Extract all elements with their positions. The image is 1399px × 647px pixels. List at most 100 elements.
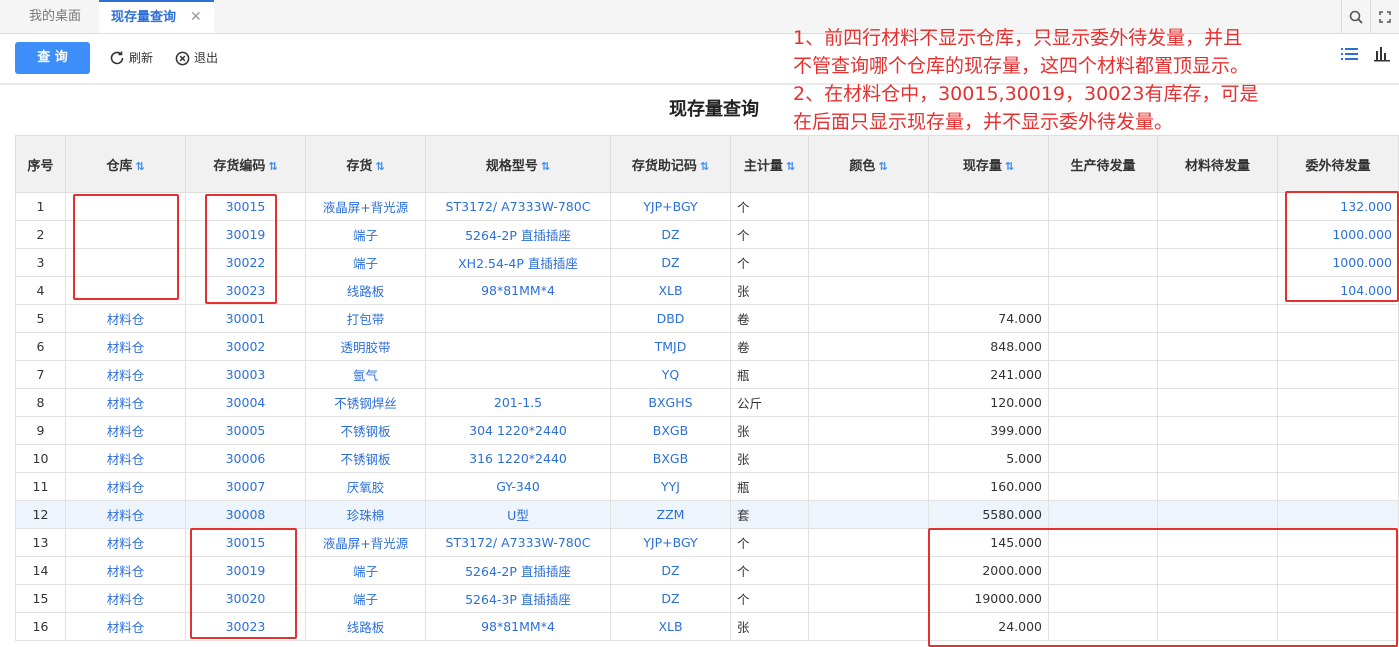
table-cell: 材料仓 (65, 584, 186, 613)
table-cell (808, 444, 929, 473)
refresh-button[interactable]: 刷新 (109, 42, 153, 74)
tab-desktop-label: 我的桌面 (28, 9, 81, 24)
table-cell: 不锈钢板 (305, 444, 426, 473)
sort-icon[interactable]: ⇅ (268, 160, 277, 173)
table-cell: 5 (15, 304, 66, 333)
table-cell: DZ (610, 556, 731, 585)
column-header-label: 材料待发量 (1184, 158, 1250, 174)
column-header[interactable]: 颜色 ⇅ (808, 135, 929, 193)
table-cell: ST3172/ A7333W-780C (425, 528, 611, 557)
table-cell: 2000.000 (928, 556, 1049, 585)
column-header[interactable]: 规格型号 ⇅ (425, 135, 611, 193)
table-cell: 卷 (730, 332, 809, 361)
column-header[interactable]: 生产待发量 (1048, 135, 1158, 193)
table-cell (1048, 192, 1158, 221)
column-header-label: 委外待发量 (1305, 158, 1371, 174)
table-cell (1277, 584, 1399, 613)
table-cell: 材料仓 (65, 528, 186, 557)
column-header[interactable]: 存货编码 ⇅ (185, 135, 306, 193)
sort-icon[interactable]: ⇅ (541, 160, 550, 173)
table-cell: 张 (730, 612, 809, 641)
table-row[interactable]: 6 材料仓 30002 透明胶带 TMJD 卷 848.000 (15, 332, 1399, 361)
sort-icon[interactable]: ⇅ (878, 160, 887, 173)
column-header[interactable]: 委外待发量 (1277, 135, 1399, 193)
table-cell: 15 (15, 584, 66, 613)
table-row[interactable]: 11 材料仓 30007 厌氧胶 GY-340 YYJ 瓶 160.000 (15, 472, 1399, 501)
annotation-note: 1、前四行材料不显示仓库，只显示委外待发量，并且 不管查询哪个仓库的现存量，这四… (793, 24, 1333, 136)
table-cell (1277, 500, 1399, 529)
table-cell (1048, 500, 1158, 529)
table-cell (1048, 248, 1158, 277)
table-cell (1277, 388, 1399, 417)
tab-stock-query[interactable]: 现存量查询 ✕ (99, 0, 214, 33)
table-row[interactable]: 16 材料仓 30023 线路板 98*81MM*4 XLB 张 24.000 (15, 612, 1399, 641)
column-header[interactable]: 仓库 ⇅ (65, 135, 186, 193)
table-cell: 145.000 (928, 528, 1049, 557)
column-header[interactable]: 存货助记码 ⇅ (610, 135, 731, 193)
table-row[interactable]: 3 30022 端子 XH2.54-4P 直插插座 DZ 个 1000.000 (15, 248, 1399, 277)
table-row[interactable]: 1 30015 液晶屏+背光源 ST3172/ A7333W-780C YJP+BGY 个… (15, 192, 1399, 221)
column-header[interactable]: 序号 (15, 135, 66, 193)
list-icon[interactable] (1341, 46, 1359, 62)
column-header-label: 存货助记码 (631, 158, 697, 174)
table-cell: 30001 (185, 304, 306, 333)
table-cell: 端子 (305, 556, 426, 585)
table-row[interactable]: 4 30023 线路板 98*81MM*4 XLB 张 104.000 (15, 276, 1399, 305)
sort-icon[interactable]: ⇅ (375, 160, 384, 173)
table-cell: 3 (15, 248, 66, 277)
search-icon[interactable] (1341, 0, 1370, 33)
tab-desktop[interactable]: 我的桌面 (14, 0, 96, 33)
table-row[interactable]: 2 30019 端子 5264-2P 直插插座 DZ 个 1000.000 (15, 220, 1399, 249)
table-cell: 1000.000 (1277, 220, 1399, 249)
table-cell: 材料仓 (65, 360, 186, 389)
table-row[interactable]: 12 材料仓 30008 珍珠棉 U型 ZZM 套 5580.000 (15, 500, 1399, 529)
table-cell: TMJD (610, 332, 731, 361)
table-row[interactable]: 15 材料仓 30020 端子 5264-3P 直插插座 DZ 个 19000.000 (15, 584, 1399, 613)
column-header[interactable]: 主计量 ⇅ (730, 135, 809, 193)
table-cell (1157, 500, 1278, 529)
table-row[interactable]: 14 材料仓 30019 端子 5264-2P 直插插座 DZ 个 2000.000 (15, 556, 1399, 585)
table-row[interactable]: 7 材料仓 30003 氩气 YQ 瓶 241.000 (15, 360, 1399, 389)
sort-icon[interactable]: ⇅ (700, 160, 709, 173)
table-cell: 16 (15, 612, 66, 641)
table-cell (808, 528, 929, 557)
table-cell: 个 (730, 528, 809, 557)
column-header[interactable]: 现存量 ⇅ (928, 135, 1049, 193)
table-cell: 9 (15, 416, 66, 445)
query-button[interactable]: 查 询 (15, 42, 90, 74)
sort-icon[interactable]: ⇅ (135, 160, 144, 173)
table-cell: 30019 (185, 220, 306, 249)
column-header[interactable]: 材料待发量 (1157, 135, 1278, 193)
table-cell: 不锈钢焊丝 (305, 388, 426, 417)
sort-icon[interactable]: ⇅ (1005, 160, 1014, 173)
table-cell (928, 192, 1049, 221)
bar-chart-icon[interactable] (1373, 46, 1391, 62)
table-cell (65, 192, 186, 221)
tab-tools (1341, 0, 1399, 33)
table-cell: 不锈钢板 (305, 416, 426, 445)
column-header-label: 规格型号 (485, 158, 538, 174)
sort-icon[interactable]: ⇅ (786, 160, 795, 173)
table-cell: 30003 (185, 360, 306, 389)
table-cell: 1000.000 (1277, 248, 1399, 277)
table-cell: 材料仓 (65, 332, 186, 361)
table-cell (1048, 584, 1158, 613)
table-cell: XH2.54-4P 直插插座 (425, 248, 611, 277)
column-header[interactable]: 存货 ⇅ (305, 135, 426, 193)
table-cell: 公斤 (730, 388, 809, 417)
table-row[interactable]: 10 材料仓 30006 不锈钢板 316 1220*2440 BXGB 张 5.000 (15, 444, 1399, 473)
fullscreen-icon[interactable] (1370, 0, 1399, 33)
table-cell: 8 (15, 388, 66, 417)
table-row[interactable]: 5 材料仓 30001 打包带 DBD 卷 74.000 (15, 304, 1399, 333)
annotation-line: 1、前四行材料不显示仓库，只显示委外待发量，并且 (793, 27, 1243, 49)
table-cell: 瓶 (730, 360, 809, 389)
table-row[interactable]: 9 材料仓 30005 不锈钢板 304 1220*2440 BXGB 张 399.000 (15, 416, 1399, 445)
table-row[interactable]: 13 材料仓 30015 液晶屏+背光源 ST3172/ A7333W-780C YJP+… (15, 528, 1399, 557)
exit-button[interactable]: 退出 (175, 42, 218, 74)
table-cell: 液晶屏+背光源 (305, 528, 426, 557)
table-row[interactable]: 8 材料仓 30004 不锈钢焊丝 201-1.5 BXGHS 公斤 120.000 (15, 388, 1399, 417)
table-cell: 12 (15, 500, 66, 529)
close-icon[interactable]: ✕ (190, 2, 202, 33)
table-cell (1048, 416, 1158, 445)
table-cell: DZ (610, 584, 731, 613)
